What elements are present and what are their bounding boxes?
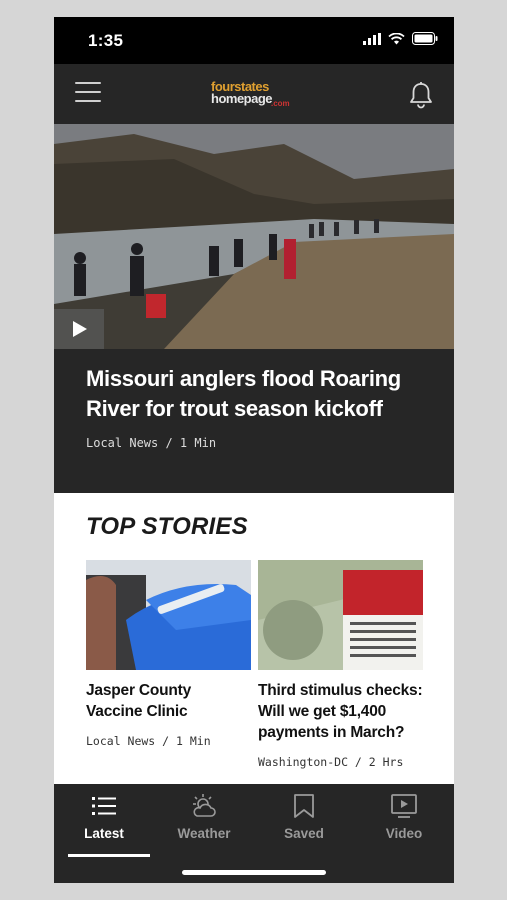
story-thumbnail[interactable] [258, 560, 423, 670]
top-stories-section: TOP STORIES Jasper County Vaccine Clinic… [54, 493, 454, 784]
bookmark-icon [294, 794, 314, 818]
home-indicator[interactable] [182, 870, 326, 875]
hamburger-menu-icon[interactable] [75, 82, 101, 106]
tab-video[interactable]: Video [359, 792, 449, 850]
hero-title[interactable]: Missouri anglers flood Roaring River for… [86, 364, 426, 424]
story-meta: Local News / 1 Min [86, 734, 211, 748]
story-card[interactable]: Jasper County Vaccine Clinic Local News … [86, 560, 251, 748]
story-title[interactable]: Third stimulus checks: Will we get $1,40… [258, 680, 423, 743]
video-icon [391, 794, 417, 818]
tab-label: Weather [177, 826, 231, 841]
app-header: fourstates homepage .com [54, 64, 454, 124]
status-bar: 1:35 [54, 17, 454, 64]
play-icon [73, 321, 87, 337]
top-stories-heading: TOP STORIES [86, 513, 248, 540]
logo-suffix: .com [271, 99, 290, 108]
active-tab-indicator [68, 854, 150, 857]
app-logo[interactable]: fourstates homepage .com [211, 79, 301, 111]
status-icons [363, 32, 438, 45]
stimulus-check-photo [258, 560, 423, 670]
tab-saved[interactable]: Saved [259, 792, 349, 850]
logo-line2: homepage [211, 91, 273, 106]
list-icon [92, 797, 116, 815]
hero-image[interactable] [54, 124, 454, 349]
tab-latest[interactable]: Latest [59, 792, 150, 857]
bell-icon[interactable] [408, 81, 434, 109]
weather-icon [193, 794, 216, 817]
tab-weather[interactable]: Weather [159, 792, 249, 850]
hero-story[interactable]: Missouri anglers flood Roaring River for… [54, 124, 454, 493]
vaccine-photo [86, 560, 251, 670]
story-thumbnail[interactable] [86, 560, 251, 670]
bottom-tab-bar: Latest Weather Saved Video [54, 784, 454, 883]
play-video-button[interactable] [54, 309, 104, 349]
tab-label: Saved [284, 826, 324, 841]
hero-meta: Local News / 1 Min [86, 436, 217, 450]
tab-label: Video [385, 826, 423, 841]
tab-label: Latest [84, 826, 124, 841]
battery-icon [412, 32, 438, 45]
phone-screen: 1:35 fourstates homepage .com Missouri a… [54, 17, 454, 883]
story-card[interactable]: Third stimulus checks: Will we get $1,40… [258, 560, 423, 769]
story-meta: Washington-DC / 2 Hrs [258, 755, 404, 769]
story-title[interactable]: Jasper County Vaccine Clinic [86, 680, 251, 722]
hero-photo [54, 124, 454, 349]
wifi-icon [388, 32, 405, 44]
status-time: 1:35 [88, 31, 124, 50]
cellular-signal-icon [363, 32, 381, 45]
